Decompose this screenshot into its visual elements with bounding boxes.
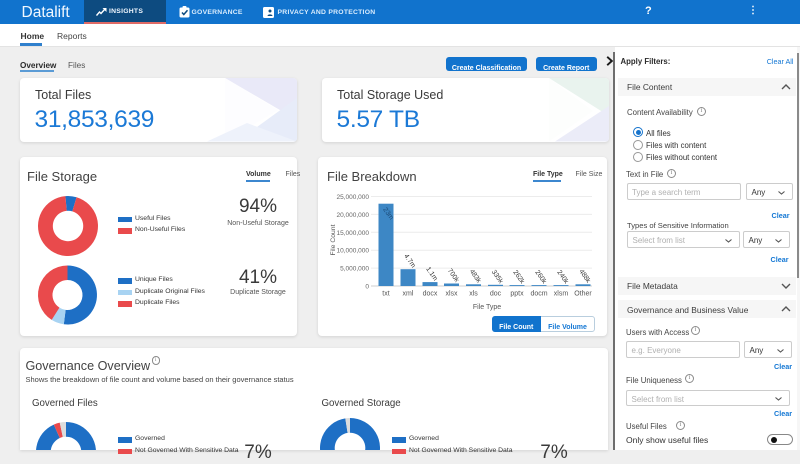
svg-text:700k: 700k bbox=[446, 268, 461, 285]
svg-text:xls: xls bbox=[469, 291, 478, 298]
svg-text:0: 0 bbox=[365, 284, 369, 291]
svg-text:doc: doc bbox=[490, 291, 502, 298]
svg-text:docm: docm bbox=[530, 291, 547, 298]
svg-text:docx: docx bbox=[423, 291, 438, 298]
svg-text:File Type: File Type bbox=[473, 304, 501, 311]
svg-text:txt: txt bbox=[382, 291, 389, 298]
svg-text:20,000,000: 20,000,000 bbox=[336, 212, 369, 219]
svg-text:5,000,000: 5,000,000 bbox=[340, 266, 369, 273]
svg-text:335k: 335k bbox=[490, 269, 505, 286]
svg-text:4.7m: 4.7m bbox=[402, 253, 417, 270]
svg-text:xlsm: xlsm bbox=[554, 291, 569, 298]
svg-text:240k: 240k bbox=[555, 269, 570, 286]
svg-text:xml: xml bbox=[403, 291, 414, 298]
svg-text:Other: Other bbox=[574, 291, 592, 298]
svg-text:File Count: File Count bbox=[330, 224, 337, 255]
svg-text:10,000,000: 10,000,000 bbox=[336, 248, 369, 255]
svg-text:483k: 483k bbox=[468, 268, 483, 285]
svg-text:xlsx: xlsx bbox=[445, 291, 458, 298]
svg-text:488k: 488k bbox=[577, 268, 592, 285]
svg-text:262k: 262k bbox=[511, 269, 526, 286]
svg-text:15,000,000: 15,000,000 bbox=[336, 230, 369, 237]
svg-text:25,000,000: 25,000,000 bbox=[336, 194, 369, 201]
svg-text:pptx: pptx bbox=[510, 291, 524, 298]
svg-text:260k: 260k bbox=[533, 269, 548, 286]
